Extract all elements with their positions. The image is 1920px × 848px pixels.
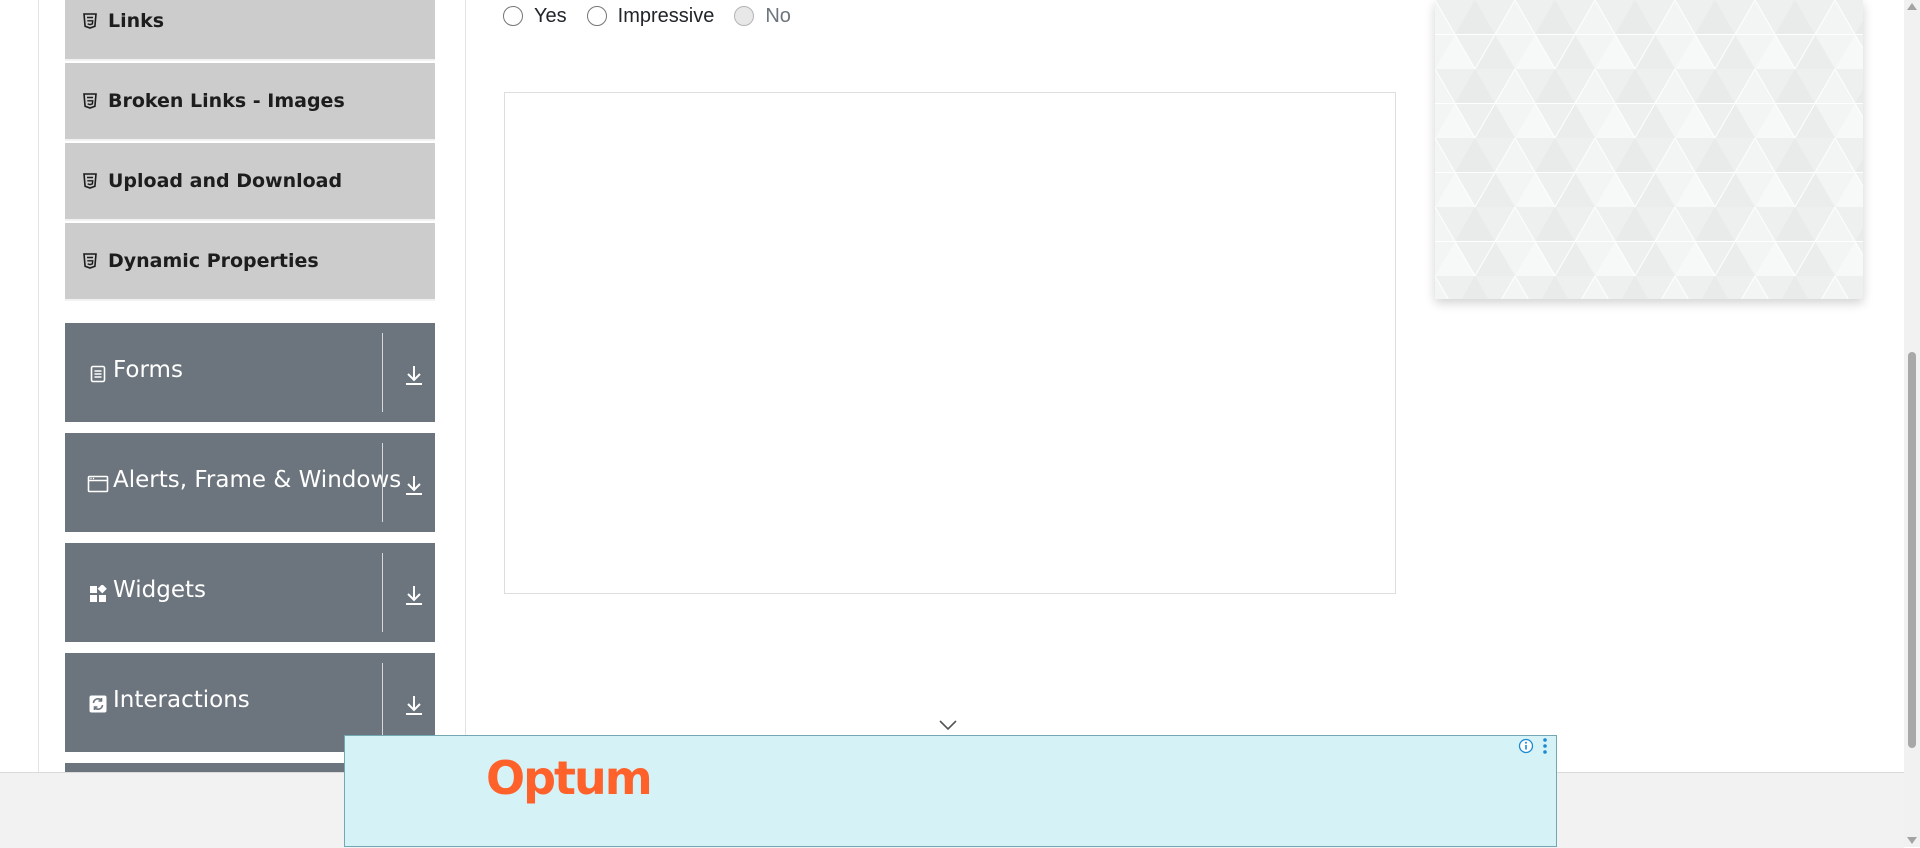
sidebar-item-upload-download[interactable]: Upload and Download — [65, 143, 435, 221]
chevron-down-icon[interactable] — [938, 718, 958, 731]
interactions-icon — [87, 693, 109, 715]
scroll-down-arrow-icon[interactable] — [1907, 837, 1917, 844]
radio-group: Yes Impressive No — [503, 3, 811, 29]
html5-icon — [83, 173, 99, 189]
ad-brand-logo[interactable]: Optum — [486, 751, 653, 805]
sidebar-group-alerts-frame-windows[interactable]: Alerts, Frame & Windows — [65, 433, 435, 532]
content-frame — [504, 92, 1396, 594]
divider — [382, 333, 383, 412]
radio-label-no: No — [765, 4, 791, 27]
sidebar-group-forms[interactable]: Forms — [65, 323, 435, 422]
radio-impressive[interactable] — [586, 6, 607, 26]
more-vertical-icon[interactable] — [1541, 737, 1549, 755]
scrollbar-thumb[interactable] — [1908, 352, 1916, 748]
scroll-up-arrow-icon[interactable] — [1907, 3, 1917, 10]
form-icon — [87, 363, 109, 385]
vertical-scrollbar[interactable] — [1904, 0, 1920, 847]
divider — [382, 553, 383, 632]
sidebar-item-broken-links[interactable]: Broken Links - Images — [65, 63, 435, 141]
sidebar-item-links[interactable]: Links — [65, 0, 435, 61]
window-icon — [87, 473, 109, 495]
download-arrow-icon[interactable] — [403, 473, 425, 497]
download-arrow-icon[interactable] — [403, 363, 425, 387]
radio-label-yes[interactable]: Yes — [534, 5, 567, 28]
sidebar-item-dynamic-properties[interactable]: Dynamic Properties — [65, 223, 435, 301]
radio-yes[interactable] — [503, 6, 523, 26]
sidebar-item-label: Broken Links - Images — [108, 90, 345, 112]
bottom-ad-banner[interactable]: Optum — [344, 735, 1557, 847]
sidebar-group-label: Alerts, Frame & Windows — [113, 467, 402, 493]
sidebar-item-label: Upload and Download — [108, 170, 343, 192]
html5-icon — [83, 13, 99, 29]
sidebar-group-label: Interactions — [113, 687, 250, 713]
radio-no — [734, 6, 755, 26]
info-icon[interactable] — [1518, 738, 1534, 754]
sidebar-group-label: Widgets — [113, 577, 206, 603]
widgets-icon — [87, 583, 109, 605]
divider — [382, 663, 383, 742]
download-arrow-icon[interactable] — [403, 693, 425, 717]
sidebar-group-label: Forms — [113, 357, 183, 383]
sidebar-group-widgets[interactable]: Widgets — [65, 543, 435, 642]
sidebar-left-border — [38, 0, 39, 772]
side-ad-banner[interactable] — [1435, 0, 1863, 299]
html5-icon — [83, 93, 99, 109]
radio-label-impressive[interactable]: Impressive — [618, 5, 715, 28]
download-arrow-icon[interactable] — [403, 583, 425, 607]
divider — [382, 443, 383, 522]
geometric-pattern — [1435, 0, 1863, 299]
html5-icon — [83, 253, 99, 269]
sidebar-item-label: Links — [108, 10, 165, 32]
sidebar-item-label: Dynamic Properties — [108, 250, 319, 272]
sidebar-right-border — [465, 0, 466, 772]
